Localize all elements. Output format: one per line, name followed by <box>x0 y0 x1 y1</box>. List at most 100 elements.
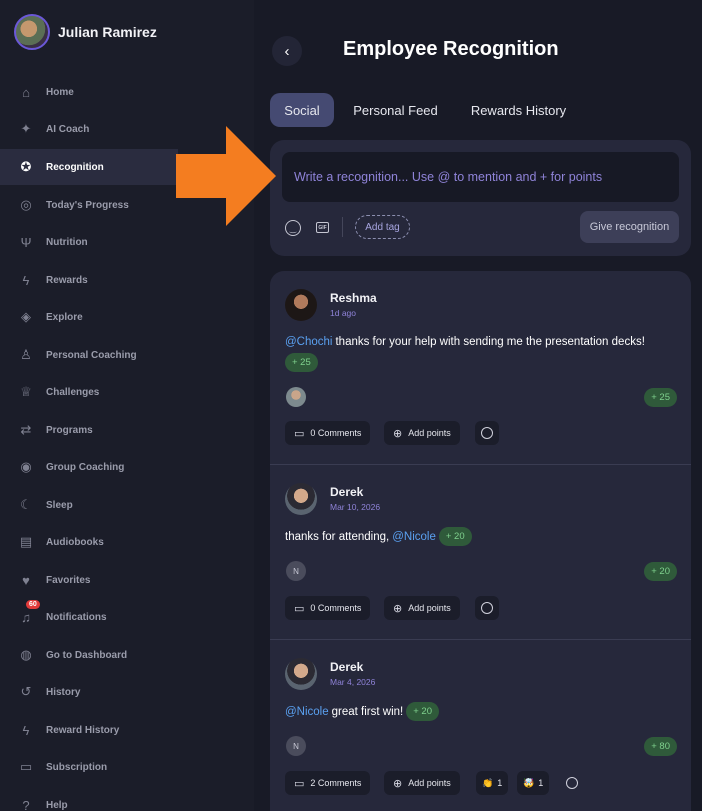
sidebar-item-subscription[interactable]: ▭ Subscription <box>0 749 254 785</box>
sidebar-item-help[interactable]: ? Help <box>0 787 254 811</box>
comment-icon: ▭ <box>294 777 305 790</box>
divider <box>270 464 691 465</box>
back-button[interactable]: ‹ <box>272 36 302 66</box>
recognition-feed: Reshma 1d ago @Chochi thanks for your he… <box>270 271 691 811</box>
post-message: @Chochi thanks for your help with sendin… <box>285 336 645 348</box>
gif-icon[interactable]: GIF <box>316 222 329 233</box>
post-date: Mar 4, 2026 <box>330 677 376 687</box>
give-recognition-button[interactable]: Give recognition <box>580 211 679 243</box>
emoji-icon <box>566 777 578 789</box>
divider <box>342 217 343 237</box>
sidebar-item-rewards[interactable]: ϟ Rewards <box>0 262 254 298</box>
post-author[interactable]: Reshma <box>330 291 377 305</box>
recognition-input[interactable] <box>282 152 679 202</box>
sidebar-item-label: Audiobooks <box>46 536 104 548</box>
sidebar-item-nutrition[interactable]: Ψ Nutrition <box>0 224 254 260</box>
avatar[interactable] <box>285 483 317 515</box>
sidebar-item-programs[interactable]: ⇄ Programs <box>0 412 254 448</box>
add-points-button[interactable]: ⊕ Add points <box>384 771 460 795</box>
sidebar-item-label: Recognition <box>46 161 104 173</box>
tab-rewards-history[interactable]: Rewards History <box>460 93 577 127</box>
bolt-icon: ϟ <box>22 272 30 288</box>
emoji-icon <box>481 602 493 614</box>
sidebar: Julian Ramirez ⌂ Home ✦ AI Coach ✪ Recognitio… <box>0 0 254 811</box>
sidebar-item-label: Notifications <box>46 611 107 623</box>
mention-link[interactable]: @Nicole <box>285 706 329 718</box>
recipient-avatar[interactable] <box>286 387 306 407</box>
post-date: 1d ago <box>330 308 356 318</box>
card-icon: ▭ <box>19 759 33 774</box>
coach-icon: ♙ <box>20 347 32 362</box>
mention-link[interactable]: @Nicole <box>392 531 436 543</box>
sidebar-item-home[interactable]: ⌂ Home <box>0 74 254 110</box>
chevron-left-icon: ‹ <box>284 42 290 60</box>
emoji-icon <box>481 427 493 439</box>
utensils-icon: Ψ <box>20 234 32 250</box>
reaction-mind-blown[interactable]: 🤯 1 <box>517 771 550 795</box>
page-title: Employee Recognition <box>343 38 559 60</box>
sidebar-item-recognition[interactable]: ✪ Recognition <box>0 149 178 185</box>
tab-label: Social <box>284 102 320 118</box>
compass-icon: ◈ <box>21 309 31 324</box>
add-points-button[interactable]: ⊕ Add points <box>384 596 460 620</box>
sidebar-item-reward-history[interactable]: ϟ Reward History <box>0 712 254 748</box>
plus-circle-icon: ⊕ <box>393 777 403 790</box>
recipient-avatar[interactable]: N <box>286 561 306 581</box>
sidebar-item-label: Nutrition <box>46 236 88 248</box>
post-author[interactable]: Derek <box>330 485 363 499</box>
sidebar-item-sleep[interactable]: ☾ Sleep <box>0 487 254 523</box>
add-tag-button[interactable]: Add tag <box>355 215 410 239</box>
sidebar-item-label: Subscription <box>46 761 108 773</box>
comment-icon: ▭ <box>294 602 305 615</box>
recipient-avatar[interactable]: N <box>286 736 306 756</box>
comments-label: 2 Comments <box>310 778 362 788</box>
sidebar-item-explore[interactable]: ◈ Explore <box>0 299 254 335</box>
sidebar-item-challenges[interactable]: ♕ Challenges <box>0 374 254 410</box>
add-points-button[interactable]: ⊕ Add points <box>384 421 460 445</box>
sidebar-item-label: Favorites <box>46 574 91 586</box>
dashboard-icon: ◍ <box>20 647 32 662</box>
post-author[interactable]: Derek <box>330 660 363 674</box>
total-points-badge: + 20 <box>644 562 677 581</box>
sidebar-item-go-to-dashboard[interactable]: ◍ Go to Dashboard <box>0 637 254 673</box>
total-points-badge: + 25 <box>644 388 677 407</box>
sidebar-item-history[interactable]: ↺ History <box>0 674 254 710</box>
points-badge: + 25 <box>285 353 318 372</box>
sidebar-item-label: History <box>46 686 81 698</box>
avatar[interactable] <box>285 289 317 321</box>
comments-button[interactable]: ▭ 0 Comments <box>285 596 371 620</box>
clap-icon: 👏 <box>482 777 494 788</box>
comments-button[interactable]: ▭ 0 Comments <box>285 421 371 445</box>
add-points-label: Add points <box>408 603 451 613</box>
avatar[interactable] <box>285 658 317 690</box>
add-reaction-button[interactable] <box>475 596 499 620</box>
sidebar-item-favorites[interactable]: ♥ Favorites <box>0 562 254 598</box>
arrow-annotation <box>176 126 276 226</box>
add-reaction-button[interactable] <box>560 771 584 795</box>
comments-label: 0 Comments <box>310 603 362 613</box>
user-profile[interactable]: Julian Ramirez <box>14 14 157 50</box>
sidebar-item-label: Challenges <box>46 386 100 398</box>
post-text: great first win! <box>331 705 404 718</box>
reaction-clap[interactable]: 👏 1 <box>476 771 509 795</box>
sidebar-item-notifications[interactable]: ♫ 60 Notifications <box>0 599 254 635</box>
sidebar-item-audiobooks[interactable]: ▤ Audiobooks <box>0 524 254 560</box>
emoji-icon[interactable]: ‿ <box>285 220 301 236</box>
comments-button[interactable]: ▭ 2 Comments <box>285 771 371 795</box>
sidebar-item-group-coaching[interactable]: ◉ Group Coaching <box>0 449 254 485</box>
user-name: Julian Ramirez <box>58 24 157 40</box>
notification-count-badge: 60 <box>26 600 40 609</box>
bolt-icon: ϟ <box>22 722 30 738</box>
sidebar-item-label: Go to Dashboard <box>46 649 128 661</box>
add-reaction-button[interactable] <box>475 421 499 445</box>
sidebar-item-personal-coaching[interactable]: ♙ Personal Coaching <box>0 337 254 373</box>
plus-circle-icon: ⊕ <box>393 602 403 615</box>
tab-personal-feed[interactable]: Personal Feed <box>345 93 446 127</box>
sidebar-item-label: Today's Progress <box>46 199 129 211</box>
moon-icon: ☾ <box>20 497 32 512</box>
route-icon: ⇄ <box>20 422 32 437</box>
sparkle-icon: ✦ <box>20 121 32 136</box>
tab-social[interactable]: Social <box>270 93 334 127</box>
mention-link[interactable]: @Chochi <box>285 336 332 348</box>
avatar[interactable] <box>14 14 50 50</box>
